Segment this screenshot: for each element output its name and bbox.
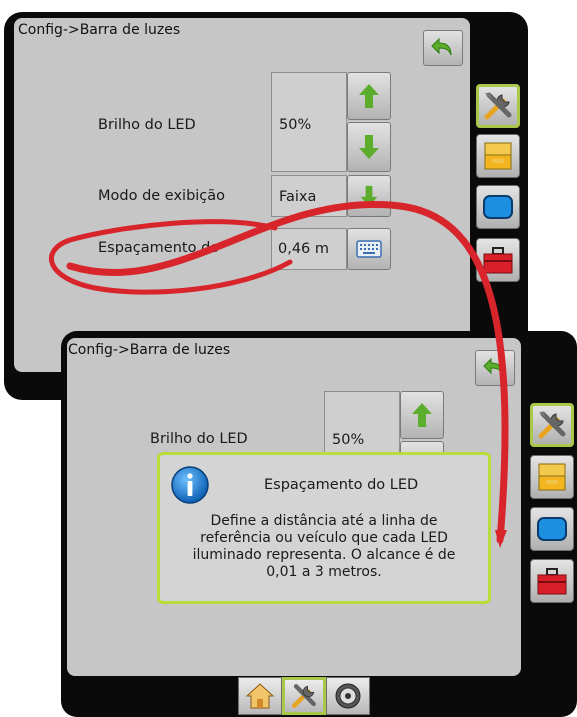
page-title: Config->Barra de luzes	[18, 22, 181, 38]
led-brightness-text: 50%	[332, 432, 365, 448]
led-brightness-label: Brilho do LED	[98, 117, 196, 133]
led-spacing-label: Espaçamento do	[98, 240, 220, 256]
led-spacing-text: 0,46 m	[278, 241, 330, 257]
home-button[interactable]	[238, 677, 282, 715]
tab-toolbox[interactable]	[530, 559, 574, 603]
up-arrow-icon	[412, 403, 432, 427]
bottom-nav	[238, 677, 370, 715]
down-arrow-icon	[360, 185, 378, 207]
led-brightness-text: 50%	[279, 117, 312, 133]
gauge-button[interactable]	[326, 677, 370, 715]
popup-body: Define a distância até a linha de referê…	[192, 513, 456, 580]
tab-console[interactable]	[476, 134, 520, 178]
screen-icon	[537, 517, 567, 541]
info-icon	[171, 466, 209, 504]
tools-icon	[484, 92, 512, 120]
gauge-icon	[335, 683, 361, 709]
back-panel	[14, 18, 470, 372]
keyboard-icon	[356, 240, 382, 258]
tools-icon	[292, 684, 316, 708]
display-mode-label: Modo de exibição	[98, 188, 226, 204]
tools-icon	[538, 411, 566, 439]
tab-toolbox[interactable]	[476, 238, 520, 282]
console-icon	[538, 463, 566, 491]
back-arrow-icon	[483, 357, 504, 376]
tools-button[interactable]	[282, 677, 326, 715]
led-spacing-value: 0,46 m	[271, 228, 347, 270]
up-arrow-icon	[359, 84, 379, 108]
toolbox-icon	[537, 568, 567, 595]
back-button[interactable]	[475, 350, 515, 386]
display-mode-dropdown-button[interactable]	[347, 175, 391, 217]
display-mode-text: Faixa	[279, 189, 317, 205]
info-popup: Espaçamento do LED Define a distância at…	[157, 452, 491, 604]
increase-brightness-button[interactable]	[400, 391, 444, 439]
popup-title: Espaçamento do LED	[264, 477, 419, 493]
toolbox-icon	[483, 247, 513, 274]
decrease-brightness-button[interactable]	[347, 122, 391, 172]
back-button[interactable]	[423, 30, 463, 66]
screen-icon	[483, 195, 513, 219]
display-mode-value: Faixa	[271, 175, 347, 217]
tab-tools[interactable]	[476, 84, 520, 128]
down-arrow-icon	[359, 135, 379, 159]
increase-brightness-button[interactable]	[347, 72, 391, 120]
home-icon	[245, 683, 275, 709]
tab-console[interactable]	[530, 455, 574, 499]
back-arrow-icon	[431, 37, 452, 56]
led-brightness-label: Brilho do LED	[150, 431, 248, 447]
tab-tools[interactable]	[530, 403, 574, 447]
tab-screen[interactable]	[530, 507, 574, 551]
page-title: Config->Barra de luzes	[68, 342, 231, 358]
keyboard-button[interactable]	[347, 228, 391, 270]
console-icon	[484, 142, 512, 170]
tab-screen[interactable]	[476, 185, 520, 229]
led-brightness-value: 50%	[271, 72, 347, 172]
